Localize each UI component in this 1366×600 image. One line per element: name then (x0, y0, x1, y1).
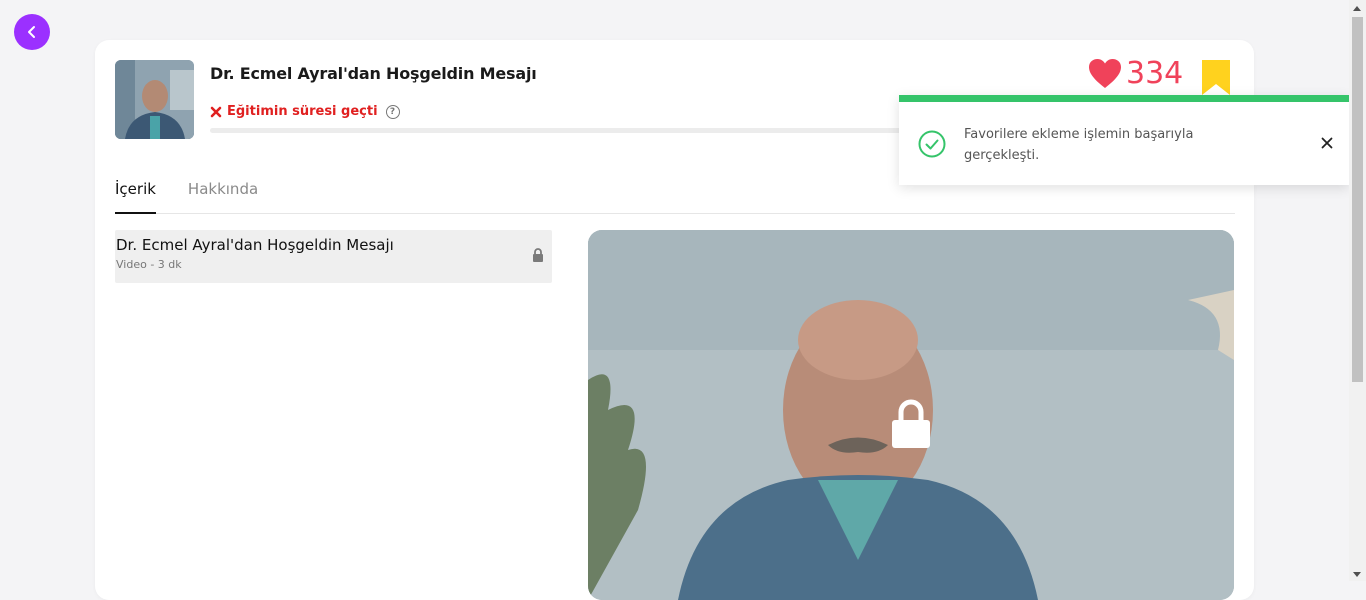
scrollbar-thumb[interactable] (1352, 17, 1363, 382)
tab-hakkinda[interactable]: Hakkında (188, 174, 258, 214)
back-button[interactable] (14, 14, 50, 50)
lock-icon (892, 399, 930, 448)
lesson-title: Dr. Ecmel Ayral'dan Hoşgeldin Mesajı (116, 236, 394, 254)
scroll-up-arrow[interactable] (1353, 6, 1361, 11)
course-title: Dr. Ecmel Ayral'dan Hoşgeldin Mesajı (210, 64, 537, 83)
success-toast: Favorilere ekleme işlemin başarıyla gerç… (899, 95, 1349, 185)
lock-icon (533, 248, 543, 262)
toast-progress-bar (899, 95, 1349, 102)
like-counter[interactable]: 334 (1088, 56, 1183, 91)
bookmark-icon[interactable] (1201, 60, 1231, 96)
video-player[interactable] (588, 230, 1234, 600)
expired-status: Eğitimin süresi geçti ? (210, 104, 400, 119)
help-icon[interactable]: ? (385, 104, 400, 119)
back-icon (28, 26, 35, 38)
close-x-icon (210, 106, 222, 117)
lesson-item[interactable]: Dr. Ecmel Ayral'dan Hoşgeldin Mesajı Vid… (115, 230, 552, 283)
tab-icerik[interactable]: İçerik (115, 174, 156, 214)
status-label: Eğitimin süresi geçti (227, 104, 378, 119)
check-circle-icon (918, 130, 946, 158)
presenter-thumbnail-image (115, 60, 194, 139)
toast-message: Favorilere ekleme işlemin başarıyla gerç… (964, 127, 1194, 163)
scroll-down-arrow[interactable] (1353, 572, 1361, 577)
heart-icon[interactable] (1088, 58, 1122, 90)
close-icon[interactable] (1321, 137, 1333, 149)
like-count: 334 (1126, 56, 1184, 91)
lesson-meta: Video - 3 dk (116, 258, 182, 271)
course-thumbnail (115, 60, 194, 139)
